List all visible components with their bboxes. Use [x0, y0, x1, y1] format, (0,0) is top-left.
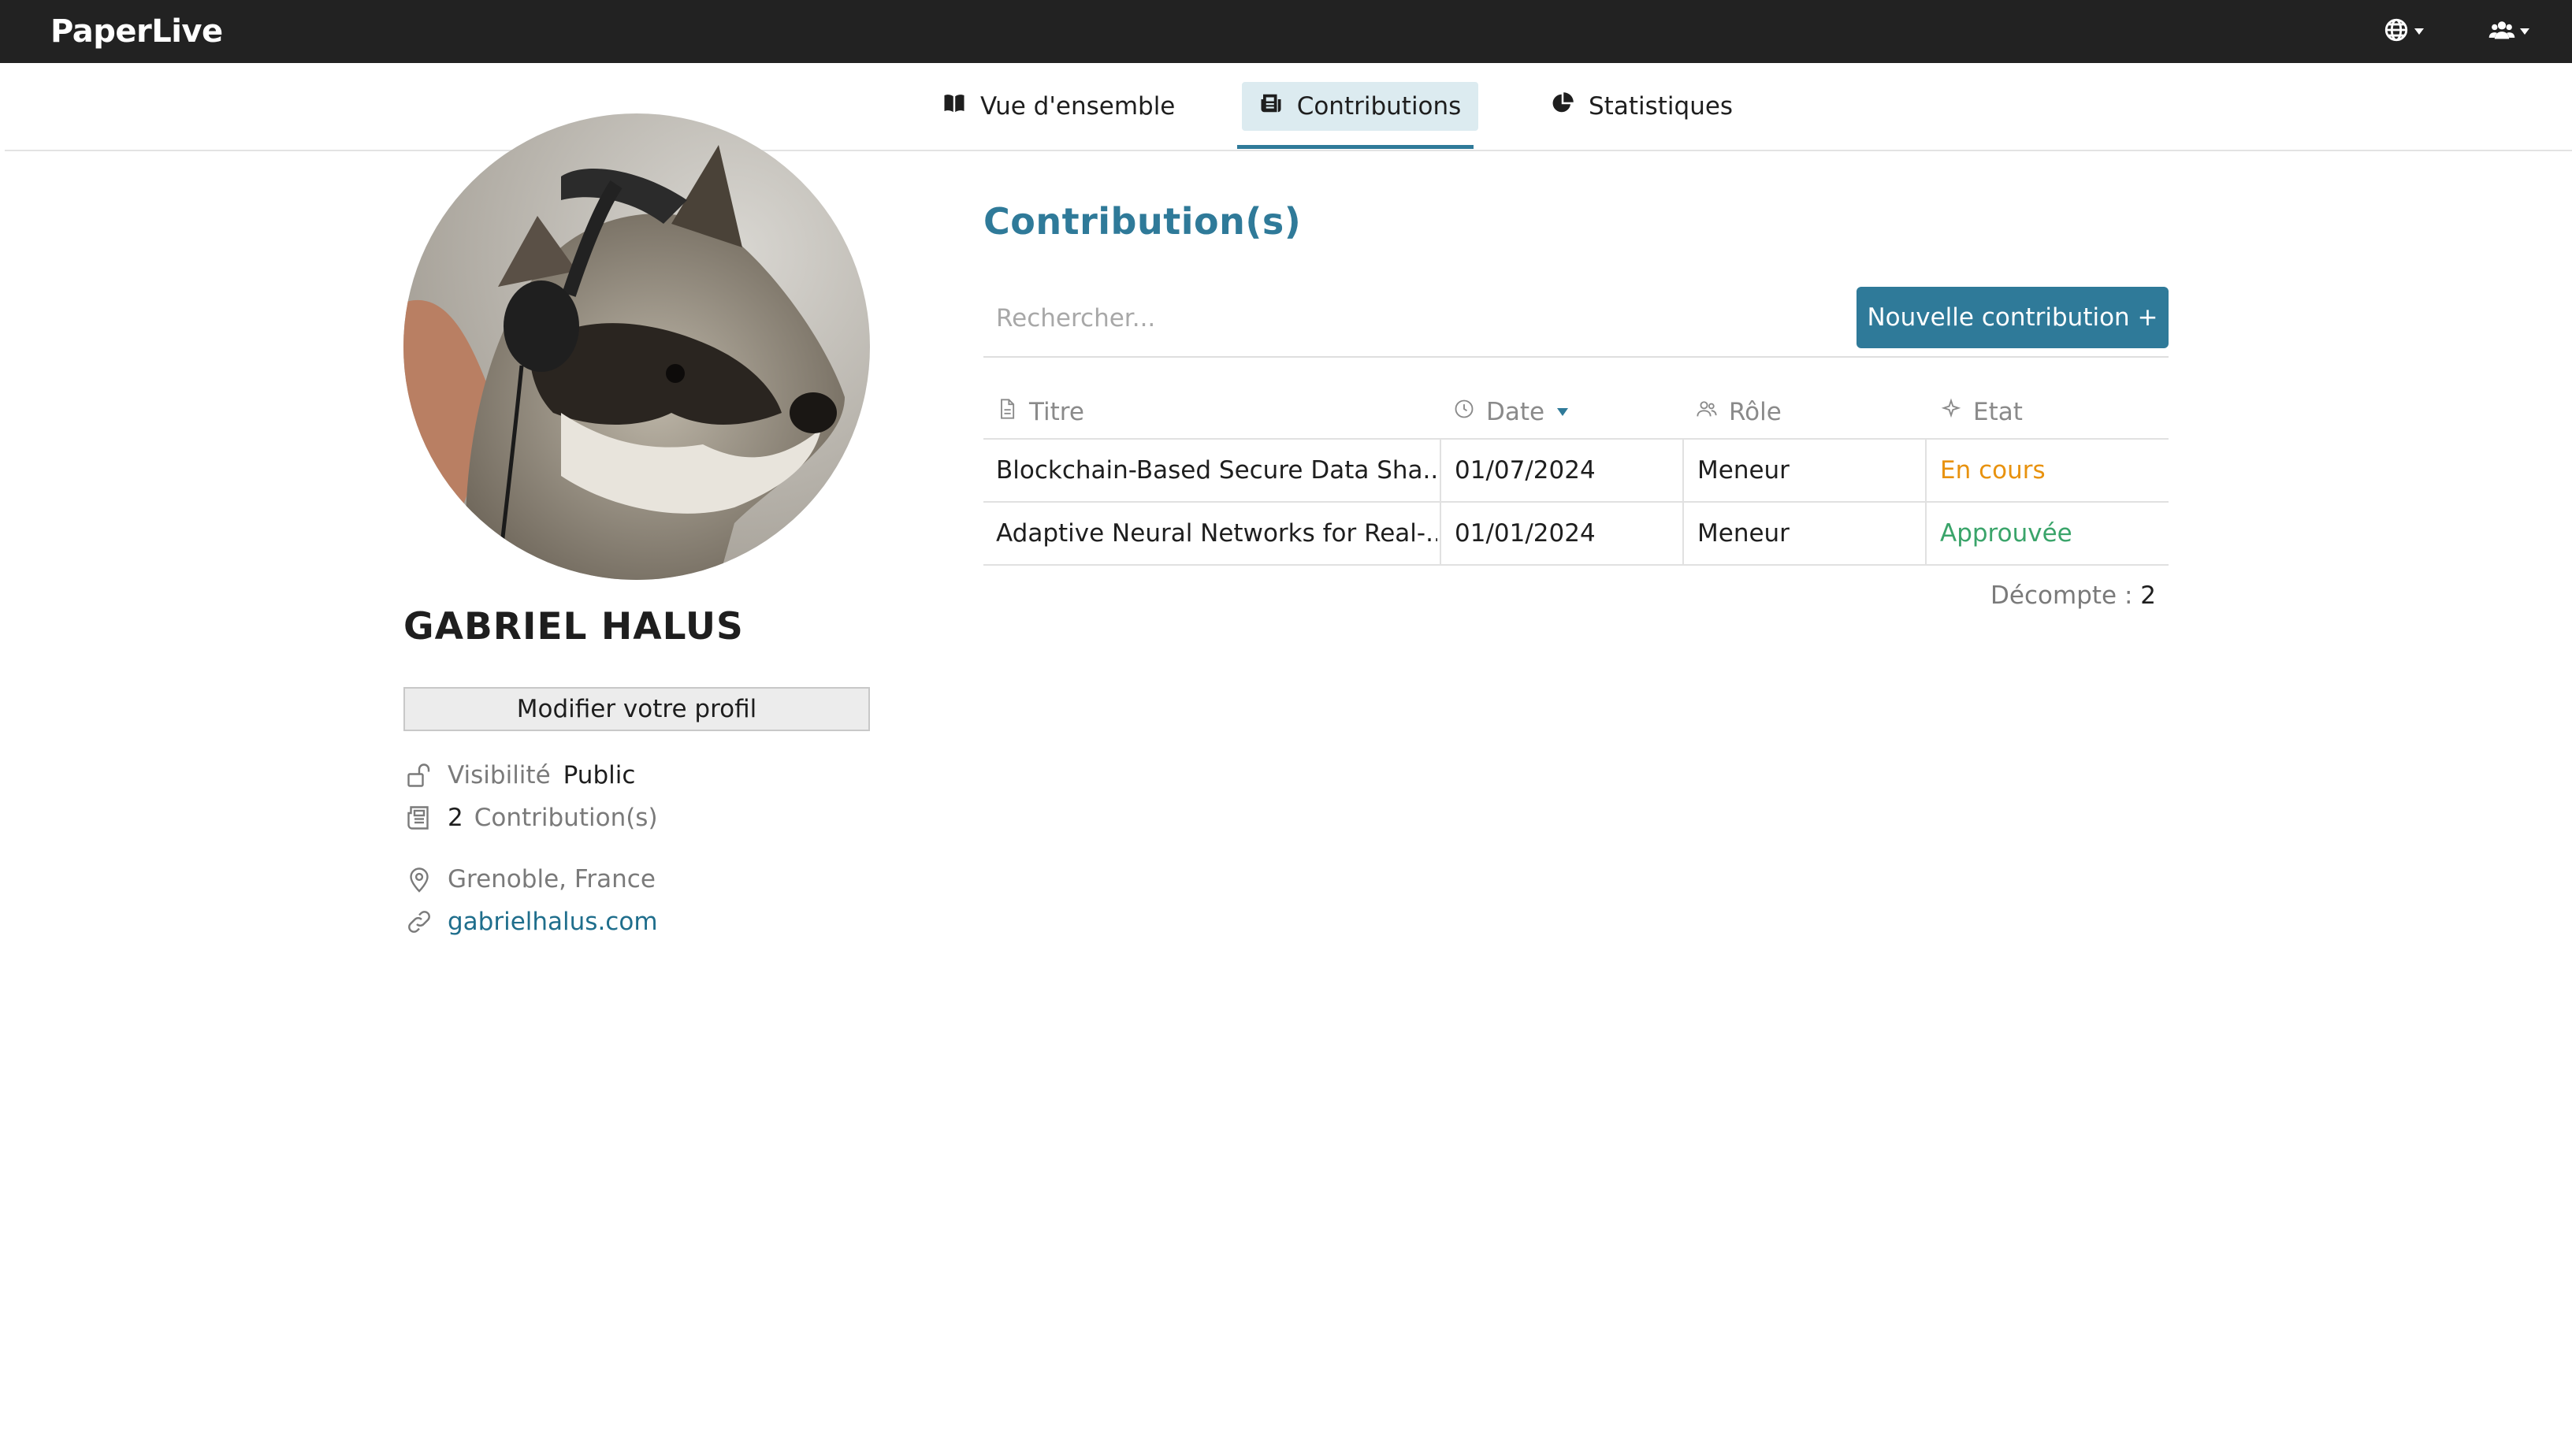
column-header-date[interactable]: Date: [1453, 386, 1569, 438]
tab-statistics[interactable]: Statistiques: [1532, 82, 1752, 131]
users-icon: [2488, 17, 2515, 46]
chevron-down-icon: [2414, 28, 2424, 35]
column-divider: [1682, 440, 1684, 566]
new-contribution-button[interactable]: Nouvelle contribution +: [1857, 287, 2169, 348]
newspaper-icon: [403, 802, 435, 834]
contributions-count: 2: [448, 804, 463, 832]
column-label: Date: [1486, 398, 1545, 426]
visibility-value: Public: [563, 761, 636, 789]
column-header-state[interactable]: Etat: [1940, 386, 2023, 438]
brand-logo[interactable]: PaperLive: [50, 0, 223, 63]
search-divider: [983, 356, 2169, 358]
avatar: [403, 113, 870, 580]
website-link[interactable]: gabrielhalus.com: [448, 908, 658, 936]
column-header-title[interactable]: Titre: [996, 386, 1084, 438]
active-tab-indicator: [1237, 145, 1474, 149]
visibility-label: Visibilité: [448, 761, 551, 789]
chevron-down-icon: [2520, 28, 2529, 35]
tab-bar: Vue d'ensemble Contributions Statistique…: [5, 63, 2572, 151]
clock-icon: [1453, 398, 1475, 426]
globe-icon: [2383, 17, 2410, 46]
document-icon: [996, 398, 1018, 426]
tab-label: Statistiques: [1589, 92, 1734, 121]
column-label: Titre: [1029, 398, 1084, 426]
users-menu[interactable]: [2488, 16, 2529, 47]
newspaper-icon: [1259, 91, 1283, 121]
visibility-row: Visibilité Public: [403, 760, 635, 791]
tab-label: Contributions: [1296, 92, 1462, 121]
profile-name: GABRIEL HALUS: [403, 605, 744, 648]
row-role: Meneur: [1697, 519, 1790, 548]
contributions-count-row: 2 Contribution(s): [403, 802, 658, 834]
top-navbar: PaperLive: [0, 0, 2572, 63]
column-divider: [1440, 440, 1441, 566]
tab-contributions[interactable]: Contributions: [1242, 82, 1478, 131]
row-date: 01/01/2024: [1455, 519, 1596, 548]
website-row: gabrielhalus.com: [403, 906, 658, 938]
column-label: Etat: [1973, 398, 2023, 426]
location-row: Grenoble, France: [403, 864, 656, 895]
sparkles-icon: [1940, 398, 1962, 426]
section-title: Contribution(s): [983, 200, 1302, 243]
count-label: Décompte :: [1990, 581, 2133, 610]
location-text: Grenoble, France: [448, 865, 656, 893]
row-role: Meneur: [1697, 456, 1790, 485]
row-title[interactable]: Blockchain-Based Secure Data Sha...: [996, 440, 1437, 501]
row-date: 01/07/2024: [1455, 456, 1596, 485]
map-pin-icon: [403, 864, 435, 895]
column-header-role[interactable]: Rôle: [1696, 386, 1782, 438]
column-divider: [1925, 440, 1927, 566]
contributions-label: Contribution(s): [474, 804, 658, 832]
column-label: Rôle: [1729, 398, 1782, 426]
link-icon: [403, 906, 435, 938]
status-badge: Approuvée: [1940, 519, 2072, 548]
status-badge: En cours: [1940, 456, 2046, 485]
book-open-icon: [942, 91, 966, 121]
search-input[interactable]: [983, 287, 1853, 350]
users-icon: [1696, 398, 1718, 426]
count-value: 2: [2140, 581, 2156, 610]
row-title[interactable]: Adaptive Neural Networks for Real-...: [996, 503, 1437, 564]
result-count: Décompte : 2: [1990, 581, 2156, 610]
table-divider: [983, 564, 2169, 566]
language-menu[interactable]: [2383, 16, 2424, 47]
sort-desc-icon[interactable]: [1557, 408, 1569, 416]
pie-chart-icon: [1551, 91, 1574, 121]
tab-overview[interactable]: Vue d'ensemble: [924, 82, 1194, 131]
unlock-icon: [403, 760, 435, 791]
tab-label: Vue d'ensemble: [980, 92, 1176, 121]
edit-profile-button[interactable]: Modifier votre profil: [403, 687, 870, 731]
